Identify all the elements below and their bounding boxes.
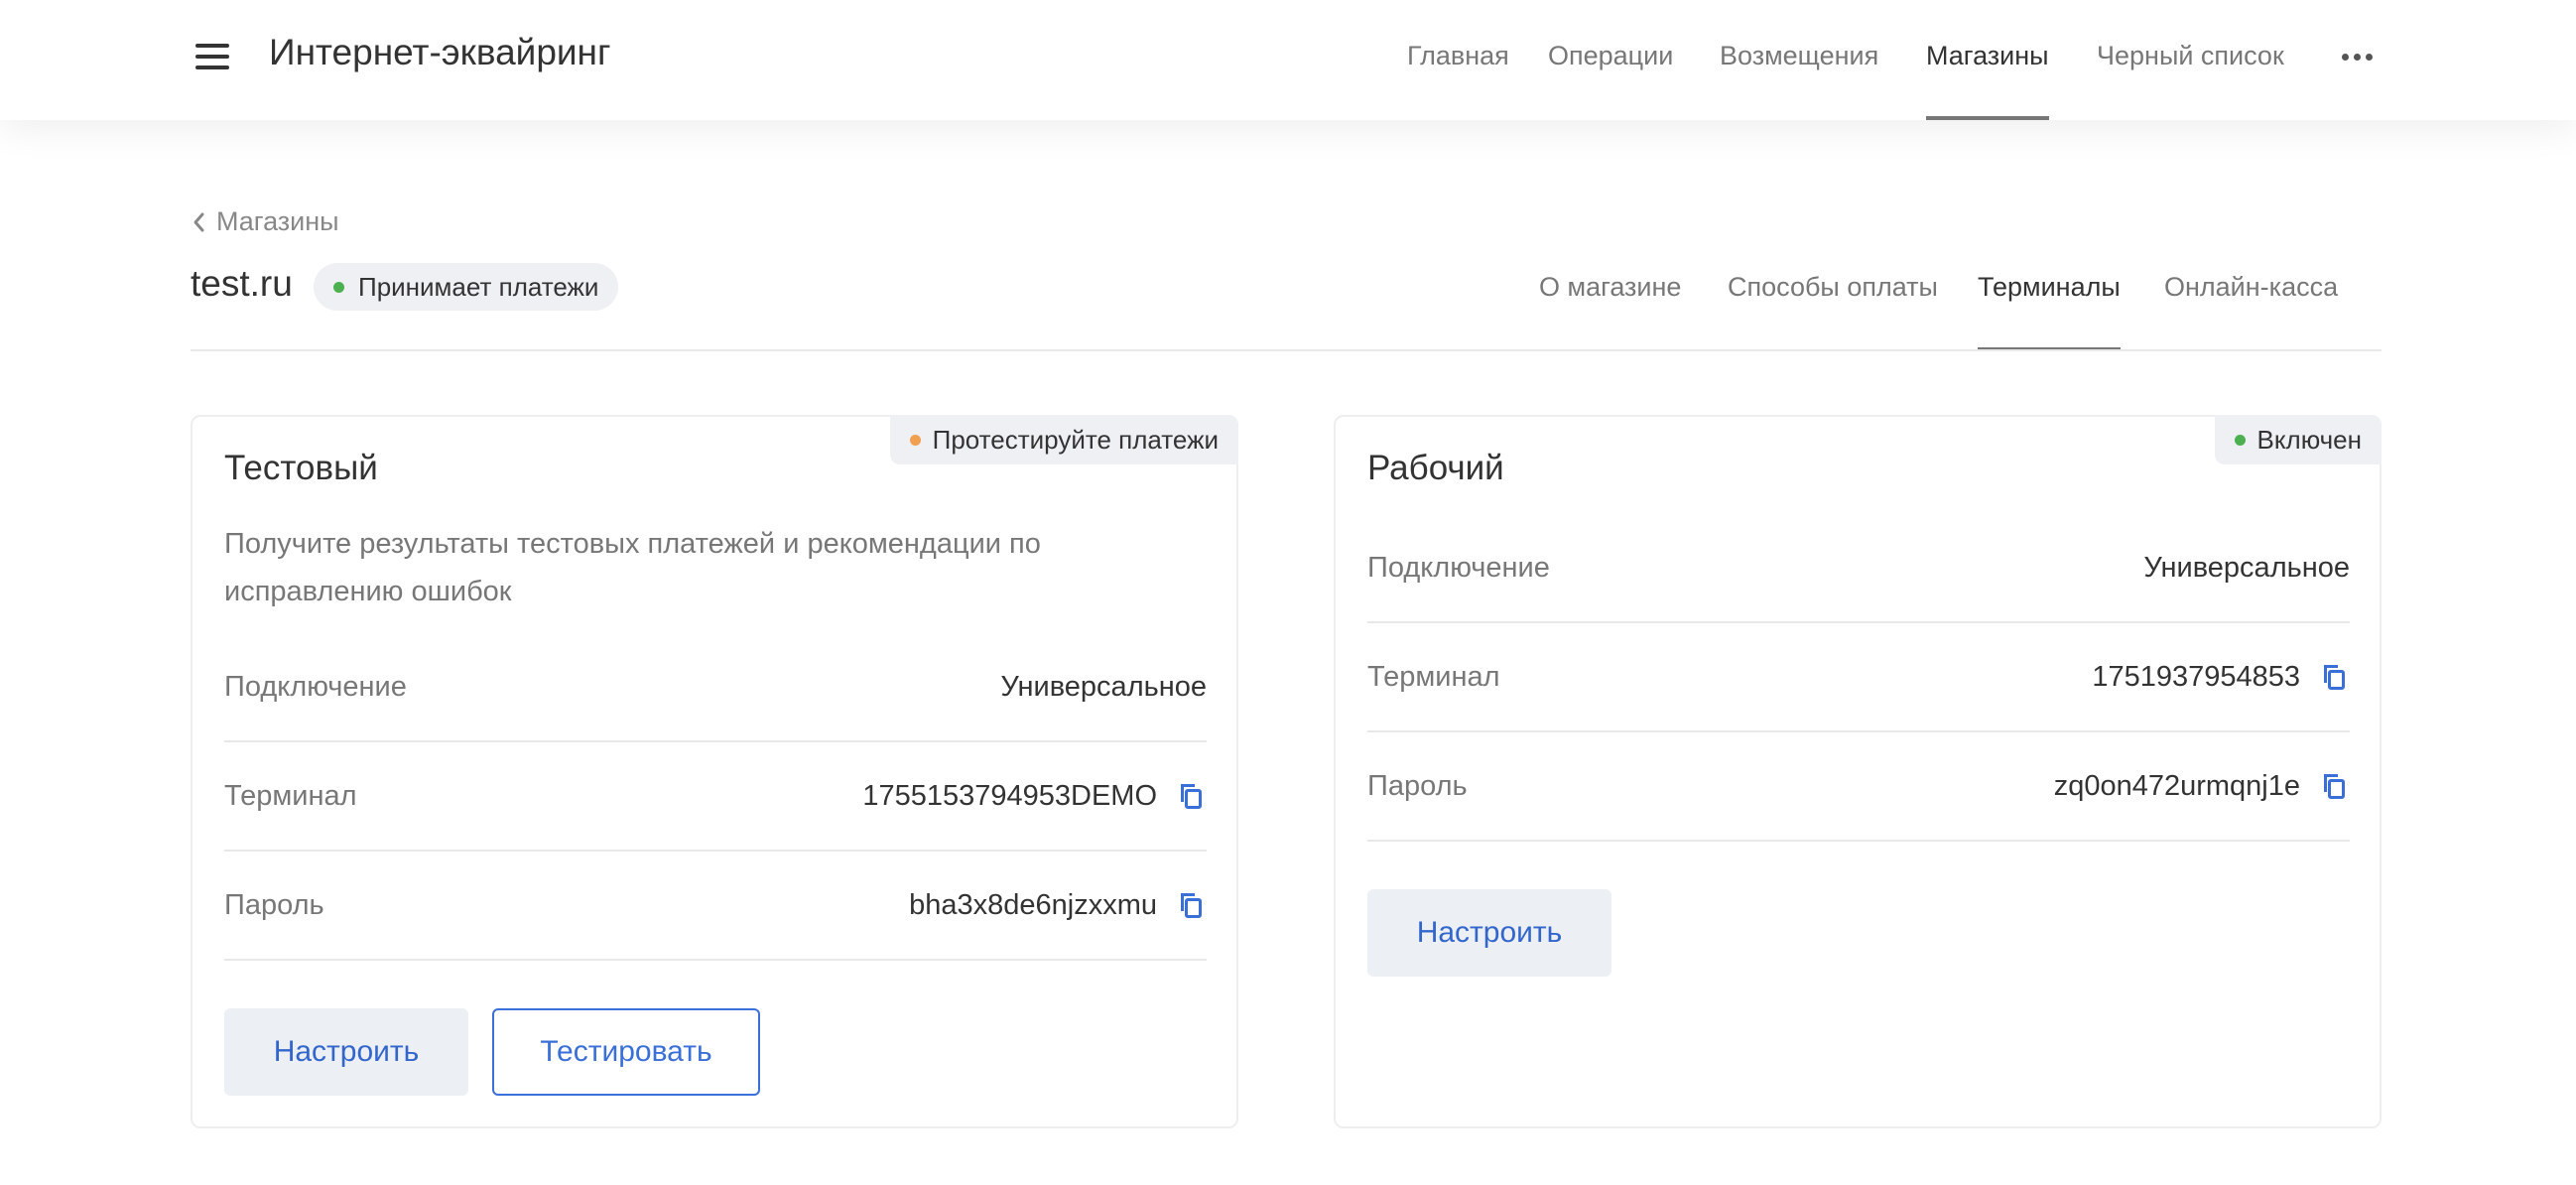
chevron-left-icon [193,212,204,231]
more-horizontal-icon[interactable] [2340,54,2376,62]
work-card-status-badge: Включен [2214,415,2382,464]
work-row-terminal: Терминал 1751937954853 [1367,623,2350,732]
work-row-connection: Подключение Универсальное [1367,514,2350,623]
work-configure-button[interactable]: Настроить [1367,889,1611,977]
nav-item-blacklist[interactable]: Черный список [2097,41,2284,120]
copy-icon[interactable] [1171,887,1207,923]
test-row-connection: Подключение Универсальное [224,633,1207,742]
test-run-button[interactable]: Тестировать [492,1008,760,1096]
work-terminal-card: Включен Рабочий Подключение Универсально… [1334,415,2382,1128]
breadcrumb-label: Магазины [216,206,339,236]
password-value: bha3x8de6njzxxmu [909,888,1157,921]
work-card-badge-label: Включен [2256,424,2362,455]
status-dot-icon [2234,434,2246,446]
row-label: Терминал [1367,660,1500,693]
test-card-status-badge: Протестируйте платежи [889,415,1238,464]
row-label: Пароль [224,888,324,921]
tabs-divider [191,349,2382,351]
tab-online-cashbox[interactable]: Онлайн-касса [2164,272,2338,351]
shop-status-label: Принимает платежи [358,271,599,302]
top-header: Интернет-эквайринг Главная Операции Возм… [0,0,2576,120]
row-value: Универсальное [1000,633,1207,740]
nav-item-home[interactable]: Главная [1407,41,1509,120]
shop-status-badge: Принимает платежи [314,263,619,311]
password-value: zq0on472urmqnj1e [2053,769,2300,802]
connection-value: Универсальное [2143,551,2350,584]
test-card-title: Тестовый [224,449,378,487]
terminal-value: 1755153794953DEMO [862,779,1157,812]
row-label: Подключение [224,670,407,703]
test-configure-button[interactable]: Настроить [224,1008,468,1096]
test-card-description: Получите результаты тестовых платежей и … [224,528,1041,607]
test-row-terminal: Терминал 1755153794953DEMO [224,742,1207,852]
row-label: Подключение [1367,551,1550,584]
row-label: Терминал [224,779,357,812]
main-nav: Главная Операции Возмещения Магазины Чер… [0,0,2576,120]
work-card-title: Рабочий [1367,449,1504,487]
row-value: bha3x8de6njzxxmu [909,852,1207,959]
tab-terminals[interactable]: Терминалы [1978,272,2121,351]
nav-item-refunds[interactable]: Возмещения [1720,41,1878,120]
status-dot-icon [333,281,344,293]
terminal-value: 1751937954853 [2092,660,2300,693]
test-row-password: Пароль bha3x8de6njzxxmu [224,852,1207,961]
row-value: 1751937954853 [2092,623,2350,730]
tab-payment-methods[interactable]: Способы оплаты [1728,272,1938,351]
row-value: Универсальное [2143,514,2350,621]
nav-item-operations[interactable]: Операции [1548,41,1673,120]
status-dot-icon [909,434,921,446]
test-card-badge-label: Протестируйте платежи [932,424,1219,455]
shop-name: test.ru [191,263,293,304]
copy-icon[interactable] [2314,659,2350,695]
nav-item-shops[interactable]: Магазины [1926,41,2049,120]
row-label: Пароль [1367,769,1468,802]
connection-value: Универсальное [1000,670,1207,703]
row-value: 1755153794953DEMO [862,742,1207,850]
copy-icon[interactable] [2314,768,2350,804]
tab-about-shop[interactable]: О магазине [1539,272,1681,351]
row-value: zq0on472urmqnj1e [2054,732,2350,840]
work-row-password: Пароль zq0on472urmqnj1e [1367,732,2350,842]
copy-icon[interactable] [1171,778,1207,814]
breadcrumb[interactable]: Магазины [189,206,339,237]
test-terminal-card: Протестируйте платежи Тестовый Получите … [191,415,1238,1128]
